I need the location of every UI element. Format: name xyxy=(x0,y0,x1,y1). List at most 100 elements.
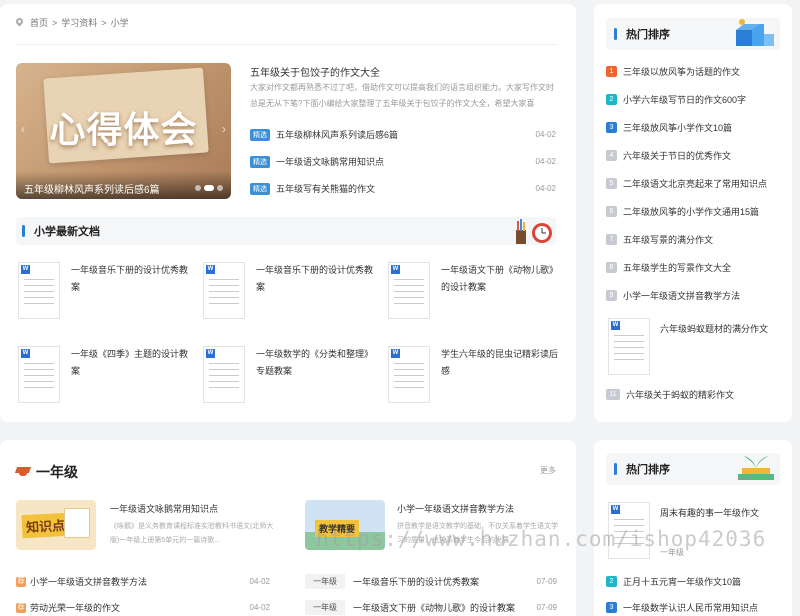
grade-list-item[interactable]: 荐 劳动光荣一年级的作文 04-02 xyxy=(16,601,270,614)
grade-chip[interactable]: 一年级 xyxy=(305,600,345,615)
word-doc-thumbnail: W xyxy=(18,346,60,403)
ranking-item[interactable]: 4 六年级关于节日的优秀作文 xyxy=(606,149,731,162)
rank-number: 4 xyxy=(606,150,617,161)
more-link[interactable]: 更多 xyxy=(540,465,556,476)
stationery-clock-icon xyxy=(516,219,552,244)
doc-card[interactable]: W 一年级语文下册《动物儿歌》的设计教案 xyxy=(388,262,561,319)
ranking-item[interactable]: 8 五年级学生的写景作文大全 xyxy=(606,261,731,274)
ranking-item-title[interactable]: 三年级以放风筝为话题的作文 xyxy=(623,65,740,78)
grade-list-title[interactable]: 劳动光荣一年级的作文 xyxy=(30,601,250,614)
carousel-dot[interactable] xyxy=(217,185,223,191)
word-doc-thumbnail: W xyxy=(203,262,245,319)
doc-title[interactable]: 一年级音乐下册的设计优秀教案 xyxy=(71,262,191,319)
location-pin-icon xyxy=(16,18,23,27)
word-icon: W xyxy=(21,349,30,358)
grade-chip[interactable]: 一年级 xyxy=(305,574,345,589)
breadcrumb-primary[interactable]: 小学 xyxy=(111,16,129,29)
doc-title[interactable]: 一年级《四季》主题的设计教案 xyxy=(71,346,191,403)
grade-list-title[interactable]: 小学一年级语文拼音教学方法 xyxy=(30,575,250,588)
ranking-item-title[interactable]: 三年级放风筝小学作文10篇 xyxy=(623,121,732,134)
doc-card[interactable]: W 一年级音乐下册的设计优秀教案 xyxy=(203,262,376,319)
section-bar-icon xyxy=(614,463,617,475)
word-doc-thumbnail: W xyxy=(18,262,60,319)
word-doc-thumbnail: W xyxy=(203,346,245,403)
ranking-item[interactable]: 3 三年级放风筝小学作文10篇 xyxy=(606,121,732,134)
ranking-item[interactable]: 9 小学一年级语文拼音教学方法 xyxy=(606,289,740,302)
word-doc-thumbnail: W xyxy=(388,262,430,319)
grade-list-item[interactable]: 一年级 一年级语文下册《动物儿歌》的设计教案 07-09 xyxy=(305,600,557,615)
news-item[interactable]: 精选 一年级语文咏鹅常用知识点 04-02 xyxy=(250,155,556,168)
carousel-dot[interactable] xyxy=(195,185,201,191)
grade-card-title[interactable]: 一年级语文咏鹅常用知识点 xyxy=(110,502,218,515)
ranking-item[interactable]: 1 三年级以放风筝为话题的作文 xyxy=(606,65,740,78)
ranking-item-title[interactable]: 一年级数学认识人民币常用知识点 xyxy=(623,601,758,614)
word-icon: W xyxy=(206,265,215,274)
ranking-doc-title[interactable]: 六年级蚂蚁题材的满分作文 xyxy=(660,322,768,335)
breadcrumb-study-materials[interactable]: 学习资料 xyxy=(61,16,97,29)
ranking-item-title[interactable]: 二年级语文北京亮起来了常用知识点 xyxy=(623,177,767,190)
word-icon: W xyxy=(611,505,620,514)
ranking-item-title[interactable]: 小学六年级写节日的作文600字 xyxy=(623,93,746,106)
ranking-item[interactable]: 6 二年级放风筝的小学作文通用15篇 xyxy=(606,205,759,218)
feature-article-desc: 大家对作文都再熟悉不过了吧，借助作文可以提高我们的语言组织能力。大家写作文时总是… xyxy=(250,83,554,108)
carousel-prev-icon[interactable]: ‹ xyxy=(18,121,28,137)
doc-title[interactable]: 学生六年级的昆虫记精彩读后感 xyxy=(441,346,561,403)
grade-title: 一年级 xyxy=(36,464,78,480)
grade-header: 一年级 xyxy=(16,462,78,482)
recommend-tag: 荐 xyxy=(16,602,26,613)
ranking-item-title[interactable]: 小学一年级语文拼音教学方法 xyxy=(623,289,740,302)
ranking-item[interactable]: 2 小学六年级写节日的作文600字 xyxy=(606,93,746,106)
ranking-item-title[interactable]: 六年级关于蚂蚁的精彩作文 xyxy=(626,388,734,401)
news-title[interactable]: 一年级语文咏鹅常用知识点 xyxy=(276,155,536,168)
news-item[interactable]: 精选 五年级柳林风声系列读后感6篇 04-02 xyxy=(250,128,556,141)
doc-card[interactable]: W 一年级数学的《分类和整理》专题教案 xyxy=(203,346,376,403)
doc-title[interactable]: 一年级数学的《分类和整理》专题教案 xyxy=(256,346,376,403)
ranking-doc-item[interactable]: W 六年级蚂蚁题材的满分作文 xyxy=(608,318,768,375)
ranking-item[interactable]: 11 六年级关于蚂蚁的精彩作文 xyxy=(606,388,734,401)
grade-list-item[interactable]: 一年级 一年级音乐下册的设计优秀教案 07-09 xyxy=(305,574,557,589)
news-item[interactable]: 精选 五年级写有关熊猫的作文 04-02 xyxy=(250,182,556,195)
ranking-item[interactable]: 2 正月十五元宵一年级作文10篇 xyxy=(606,575,741,588)
hero-carousel[interactable]: 心得体会 ‹ › 五年级柳林风声系列读后感6篇 xyxy=(16,63,231,199)
section-title: 小学最新文档 xyxy=(34,226,100,238)
carousel-next-icon[interactable]: › xyxy=(219,121,229,137)
news-date: 04-02 xyxy=(535,157,556,166)
ranking-item-title[interactable]: 五年级写景的满分作文 xyxy=(623,233,713,246)
ranking-item-title[interactable]: 二年级放风筝的小学作文通用15篇 xyxy=(623,205,759,218)
grade-list-title[interactable]: 一年级语文下册《动物儿歌》的设计教案 xyxy=(353,601,537,614)
carousel-dots xyxy=(195,185,223,191)
word-doc-thumbnail: W xyxy=(608,318,650,375)
doc-card[interactable]: W 一年级音乐下册的设计优秀教案 xyxy=(18,262,191,319)
ranking-item[interactable]: 7 五年级写景的满分作文 xyxy=(606,233,713,246)
ranking-item[interactable]: 3 一年级数学认识人民币常用知识点 xyxy=(606,601,758,614)
word-icon: W xyxy=(391,265,400,274)
doc-title[interactable]: 一年级语文下册《动物儿歌》的设计教案 xyxy=(441,262,561,319)
news-title[interactable]: 五年级写有关熊猫的作文 xyxy=(276,182,536,195)
plant-books-icon xyxy=(738,456,774,480)
word-doc-thumbnail: W xyxy=(388,346,430,403)
ranking-item[interactable]: 5 二年级语文北京亮起来了常用知识点 xyxy=(606,177,767,190)
knowledge-thumbnail[interactable]: 知识点 xyxy=(16,500,96,550)
ranking-item-title[interactable]: 六年级关于节日的优秀作文 xyxy=(623,149,731,162)
feature-article-title[interactable]: 五年级关于包饺子的作文大全 xyxy=(250,64,380,79)
doc-card[interactable]: W 学生六年级的昆虫记精彩读后感 xyxy=(388,346,561,403)
doc-title[interactable]: 一年级音乐下册的设计优秀教案 xyxy=(256,262,376,319)
grade-list-date: 07-09 xyxy=(536,603,557,612)
grade-list-title[interactable]: 一年级音乐下册的设计优秀教案 xyxy=(353,575,537,588)
ranking-doc-title[interactable]: 周末有趣的事一年级作文 xyxy=(660,506,759,519)
rank-number: 2 xyxy=(606,94,617,105)
grade-list-item[interactable]: 荐 小学一年级语文拼音教学方法 04-02 xyxy=(16,575,270,588)
breadcrumb-home[interactable]: 首页 xyxy=(30,16,48,29)
doc-card[interactable]: W 一年级《四季》主题的设计教案 xyxy=(18,346,191,403)
breadcrumb: 首页 > 学习资料 > 小学 xyxy=(16,16,129,29)
ranking-item-title[interactable]: 五年级学生的写景作文大全 xyxy=(623,261,731,274)
carousel-dot-active[interactable] xyxy=(204,185,214,191)
rank-number: 9 xyxy=(606,290,617,301)
grade-card-title[interactable]: 小学一年级语文拼音教学方法 xyxy=(397,502,514,515)
news-title[interactable]: 五年级柳林风声系列读后感6篇 xyxy=(276,128,536,141)
recommend-tag: 荐 xyxy=(16,576,26,587)
grade-card-desc: 《咏鹅》是义务教育课程标准实验教科书语文(北师大版)一年级上册第5单元的一篇诗歌… xyxy=(110,523,274,544)
word-icon: W xyxy=(611,321,620,330)
cubes-chart-icon xyxy=(736,19,774,46)
ranking-item-title[interactable]: 正月十五元宵一年级作文10篇 xyxy=(623,575,741,588)
